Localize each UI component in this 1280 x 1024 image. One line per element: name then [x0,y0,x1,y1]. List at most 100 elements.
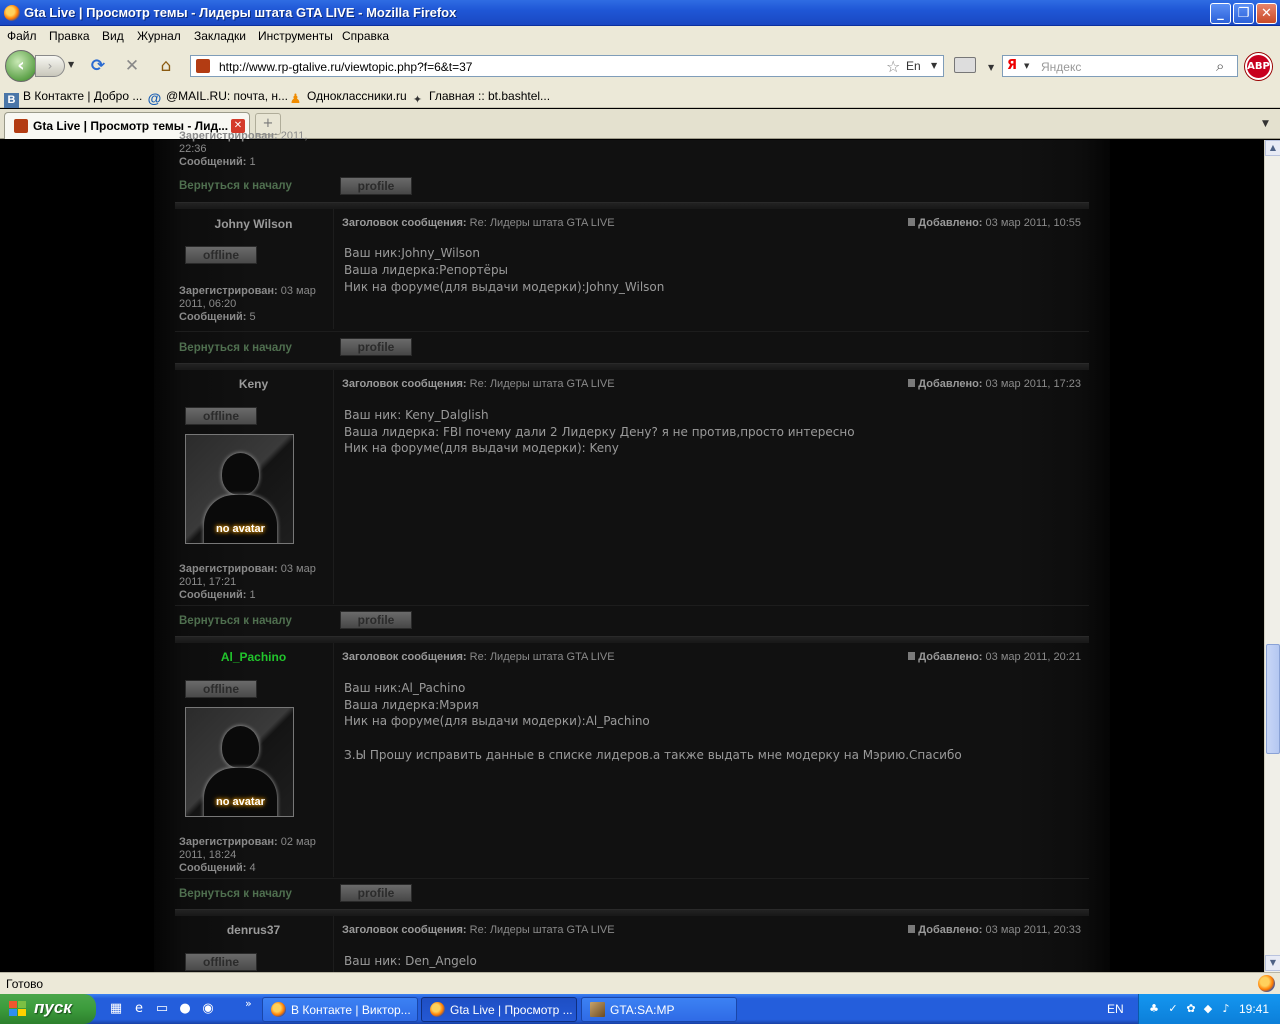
antivirus-icon[interactable]: ◆ [1201,1002,1215,1016]
quicklaunch-chevron-icon[interactable]: » [245,997,252,1010]
avatar-head-shape [222,726,259,768]
site-favicon-icon [196,59,210,73]
post-icon[interactable] [908,379,916,387]
icq-icon[interactable]: ✿ [1184,1002,1198,1016]
post-author-name[interactable]: denrus37 [175,923,332,937]
firefox-status-icon[interactable] [1258,975,1275,992]
internet-explorer-icon[interactable]: e [131,1001,147,1017]
address-bar[interactable]: http://www.rp-gtalive.ru/viewtopic.php?f… [190,55,944,77]
offline-status-button: offline [185,246,257,264]
menu-bookmarks[interactable]: Закладки [194,29,246,43]
history-dropdown-icon[interactable]: ▼ [68,60,74,69]
firefox-icon [271,1002,286,1017]
post-icon[interactable] [908,218,916,226]
taskbar-button-vkontakte[interactable]: В Контакте | Виктор... [262,997,418,1022]
back-to-top-link[interactable]: Вернуться к началу [179,180,292,192]
post-separator [175,636,1089,643]
forum-post: denrus37 offline Заголовок сообщения: Re… [175,909,1089,972]
volume-icon[interactable]: ♪ [1219,1002,1233,1016]
taskbar-button-gta-samp[interactable]: GTA:SA:MP [581,997,737,1022]
language-indicator[interactable]: EN [1107,1002,1124,1016]
post-icon[interactable] [908,925,916,933]
home-button[interactable]: ⌂ [156,56,176,76]
vertical-scrollbar[interactable]: ▲ ▼ [1264,140,1280,972]
clock[interactable]: 19:41 [1239,1002,1269,1016]
post-date-text: 03 мар 2011, 20:21 [985,651,1081,663]
post-author-name[interactable]: Al_Pachino [175,650,332,664]
post-separator [175,363,1089,370]
close-window-button[interactable]: ✕ [1256,3,1277,24]
post-date: Добавлено: 03 мар 2011, 17:23 [908,378,1081,390]
post-subject: Заголовок сообщения: Re: Лидеры штата GT… [342,217,615,229]
opera-quicklaunch-icon[interactable]: ◉ [200,1001,216,1017]
firefox-quicklaunch-icon[interactable]: ● [177,1001,193,1017]
scroll-up-arrow-icon[interactable]: ▲ [1265,140,1280,156]
network-icon[interactable]: ♣ [1147,1002,1161,1016]
back-to-top-link[interactable]: Вернуться к началу [179,888,292,900]
windows-logo-icon [9,1001,27,1017]
tab-list-dropdown-icon[interactable]: ▼ [1262,119,1269,129]
yandex-icon[interactable]: Я [1007,58,1017,73]
odnoklassniki-icon: ♟ [289,91,302,106]
bookmark-vkontakte[interactable]: B В Контакте | Добро ... [4,89,142,108]
maximize-button[interactable]: ❐ [1233,3,1254,24]
screenshot-camera-icon[interactable] [954,57,976,73]
menu-history[interactable]: Журнал [137,29,181,43]
show-desktop-icon[interactable]: ▦ [108,1001,124,1017]
back-button[interactable]: ‹ [5,50,37,82]
desktop-icon[interactable]: ▭ [154,1001,170,1017]
offline-status-button: offline [185,953,257,971]
menu-edit[interactable]: Правка [49,29,90,43]
bookmark-mailru[interactable]: @ @MAIL.RU: почта, н... [147,89,288,106]
post-author-name[interactable]: Johny Wilson [175,217,332,231]
menu-view[interactable]: Вид [102,29,124,43]
minimize-button[interactable]: _ [1210,3,1231,24]
back-to-top-link[interactable]: Вернуться к началу [179,342,292,354]
post-subject: Заголовок сообщения: Re: Лидеры штата GT… [342,651,615,663]
menu-file[interactable]: Файл [7,29,37,43]
post-subject: Заголовок сообщения: Re: Лидеры штата GT… [342,924,615,936]
taskbar-button-gta-live[interactable]: Gta Live | Просмотр ... [421,997,577,1022]
bookmark-bashtel[interactable]: ✦ Главная :: bt.bashtel... [410,89,550,108]
search-input[interactable]: Яндекс [1041,60,1081,74]
subject-label: Заголовок сообщения: [342,378,467,390]
forum-post-previous: Зарегистрирован: 2011, 22:36 Сообщений: … [175,127,1089,202]
menu-help[interactable]: Справка [342,29,389,43]
url-text[interactable]: http://www.rp-gtalive.ru/viewtopic.php?f… [219,60,472,74]
back-forward-group: ‹ › ▼ [5,50,79,82]
post-date-text: 03 мар 2011, 10:55 [985,217,1081,229]
system-tray: ♣ ✓ ✿ ◆ ♪ 19:41 [1138,994,1280,1024]
post-text-line: З.Ы Прошу исправить данные в списке лиде… [344,748,962,762]
post-author-name[interactable]: Keny [175,377,332,391]
profile-button[interactable]: profile [340,177,412,195]
bookmark-star-icon[interactable]: ☆ [886,57,900,76]
camera-dropdown-icon[interactable]: ▼ [988,63,994,72]
forward-button[interactable]: › [35,55,65,77]
bookmark-odnoklassniki[interactable]: ♟ Однокласcники.ru [288,89,407,106]
reload-button[interactable]: ⟳ [88,56,108,76]
no-avatar-image: no avatar [185,707,294,817]
back-to-top-link[interactable]: Вернуться к началу [179,615,292,627]
security-shield-icon[interactable]: ✓ [1166,1002,1180,1016]
post-icon[interactable] [908,652,916,660]
profile-button[interactable]: profile [340,884,412,902]
post-body: Заголовок сообщения: Re: Лидеры штата GT… [333,643,1089,877]
subject-text: Re: Лидеры штата GTA LIVE [469,924,615,936]
post-date-text: 03 мар 2011, 20:33 [985,924,1081,936]
menu-tools[interactable]: Инструменты [258,29,333,43]
translate-icon[interactable]: En [906,59,921,73]
url-dropdown-icon[interactable]: ▼ [931,61,937,70]
stop-button[interactable]: ✕ [122,56,142,76]
scrollbar-thumb[interactable] [1266,644,1280,754]
scroll-down-arrow-icon[interactable]: ▼ [1265,955,1280,971]
search-engine-dropdown-icon[interactable]: ▼ [1024,62,1029,70]
avatar-body-shape [204,495,277,543]
subject-label: Заголовок сообщения: [342,651,467,663]
search-box[interactable]: Я ▼ Яндекс ⌕ [1002,55,1238,77]
profile-button[interactable]: profile [340,338,412,356]
start-button[interactable]: пуск [0,994,96,1024]
post-text-line: Ваш ник: Keny_Dalglish [344,408,489,422]
profile-button[interactable]: profile [340,611,412,629]
adblock-plus-button[interactable]: ABP [1245,53,1272,80]
search-icon[interactable]: ⌕ [1216,57,1224,75]
